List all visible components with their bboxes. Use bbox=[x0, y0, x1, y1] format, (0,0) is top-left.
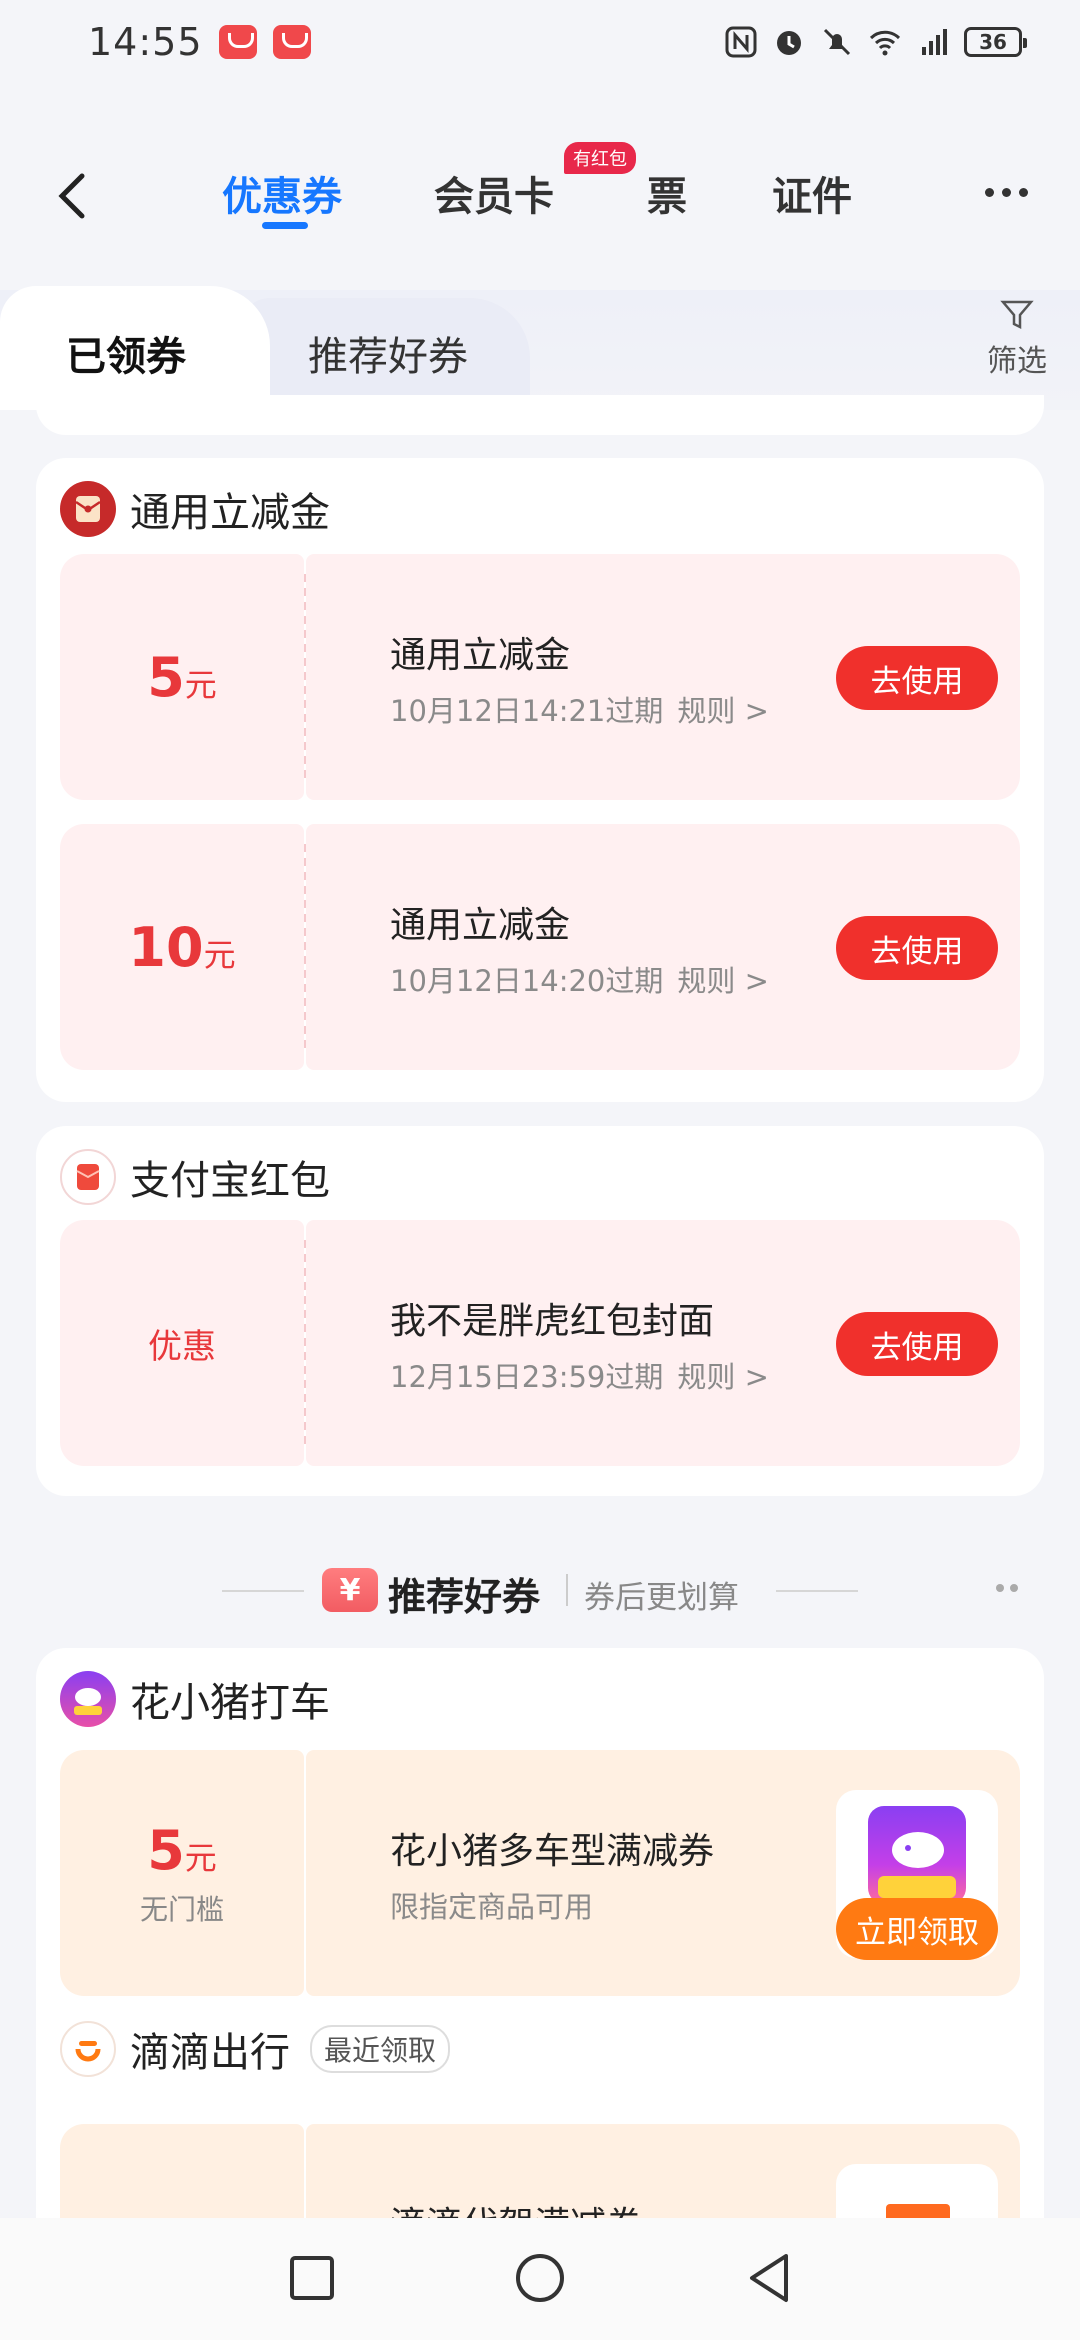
battery-indicator: 36 bbox=[964, 27, 1027, 57]
system-navigation-bar bbox=[0, 2218, 1080, 2340]
alipay-red-packet-card: 支付宝红包 优惠 我不是胖虎红包封面 12月15日23:59过期 规则 > 去使用 bbox=[36, 1126, 1044, 1496]
general-discount-card: 通用立减金 5元 通用立减金 10月12日14:21过期 规则 > 去使用 10元… bbox=[36, 458, 1044, 1102]
active-tab-indicator bbox=[262, 222, 308, 229]
coupon-amount: 优惠 bbox=[148, 1326, 216, 1367]
wifi-icon bbox=[869, 30, 901, 56]
coupon-yuan-icon: ¥ bbox=[322, 1568, 378, 1612]
use-coupon-button[interactable]: 去使用 bbox=[836, 916, 998, 980]
status-bar: 14:55 36 bbox=[0, 0, 1080, 84]
red-packet-badge: 有红包 bbox=[564, 142, 636, 174]
card-title: 通用立减金 bbox=[130, 490, 330, 536]
coupon-expiry: 12月15日23:59过期 规则 > bbox=[390, 1360, 769, 1394]
subtab-recommended[interactable]: 推荐好券 bbox=[308, 324, 468, 382]
back-icon[interactable] bbox=[48, 168, 98, 224]
filter-label: 筛选 bbox=[987, 344, 1047, 379]
use-coupon-button[interactable]: 去使用 bbox=[836, 1312, 998, 1376]
filter-icon bbox=[1000, 300, 1034, 330]
use-coupon-button[interactable]: 去使用 bbox=[836, 646, 998, 710]
huaxiaozhu-product-image bbox=[868, 1806, 966, 1904]
coupon-title: 通用立减金 bbox=[390, 905, 571, 946]
nfc-icon bbox=[725, 26, 757, 58]
subtab-claimed[interactable]: 已领券 bbox=[66, 324, 186, 382]
red-packet-icon bbox=[60, 1149, 116, 1205]
coupon-expiry: 10月12日14:20过期 规则 > bbox=[390, 964, 769, 998]
coupon-condition: 无门槛 bbox=[139, 1892, 224, 1926]
coupon-title: 我不是胖虎红包封面 bbox=[390, 1301, 715, 1342]
card-title: 滴滴出行 bbox=[130, 2030, 290, 2076]
coupon-amount: 10元 bbox=[128, 915, 236, 979]
coupon-rule-link[interactable]: 规则 > bbox=[677, 1360, 769, 1394]
claim-coupon-button[interactable]: 立即领取 bbox=[836, 1790, 998, 1960]
card-title: 支付宝红包 bbox=[130, 1158, 330, 1204]
alarm-icon bbox=[777, 31, 801, 55]
coupon-rule-link[interactable]: 规则 > bbox=[677, 964, 769, 998]
status-time: 14:55 bbox=[88, 20, 203, 64]
tab-coupons[interactable]: 优惠券 bbox=[222, 164, 342, 222]
card-title: 花小猪打车 bbox=[130, 1680, 330, 1726]
coupon-item[interactable]: 5元 无门槛 花小猪多车型满减券 限指定商品可用 立即领取 bbox=[60, 1750, 1020, 1996]
mute-icon bbox=[823, 28, 851, 56]
tab-documents[interactable]: 证件 bbox=[772, 164, 852, 222]
section-subtitle: 券后更划算 bbox=[584, 1580, 739, 1616]
coupon-item[interactable]: 10元 通用立减金 10月12日14:20过期 规则 > 去使用 bbox=[60, 824, 1020, 1070]
more-options-button[interactable] bbox=[985, 188, 1028, 197]
coupon-title: 花小猪多车型满减券 bbox=[390, 1831, 715, 1872]
recent-apps-icon[interactable] bbox=[282, 2248, 342, 2308]
red-envelope-icon bbox=[60, 481, 116, 537]
coupon-title: 通用立减金 bbox=[390, 635, 571, 676]
coupon-expiry: 10月12日14:21过期 规则 > bbox=[390, 694, 769, 728]
didi-header: 滴滴出行 最近领取 bbox=[60, 2020, 451, 2078]
recently-claimed-tag: 最近领取 bbox=[310, 2025, 451, 2073]
previous-card-edge bbox=[36, 395, 1044, 435]
coupon-rule-link[interactable]: 规则 > bbox=[677, 694, 769, 728]
huaxiaozhu-logo-icon bbox=[60, 1671, 116, 1727]
recommended-section-header: ¥ 推荐好券 券后更划算 bbox=[0, 1560, 1080, 1620]
coupon-amount: 5元 bbox=[147, 645, 217, 709]
section-more-button[interactable] bbox=[996, 1584, 1018, 1592]
filter-button[interactable]: 筛选 bbox=[982, 298, 1052, 380]
section-title: 推荐好券 bbox=[388, 1575, 541, 1619]
huawei-store-icon bbox=[272, 25, 311, 59]
back-nav-icon[interactable] bbox=[740, 2248, 800, 2308]
top-navigation: 优惠券 会员卡 有红包 票 证件 bbox=[0, 142, 1080, 240]
tab-membership-card[interactable]: 会员卡 bbox=[434, 164, 554, 222]
huawei-store-icon bbox=[218, 25, 257, 59]
coupon-item[interactable]: 5元 通用立减金 10月12日14:21过期 规则 > 去使用 bbox=[60, 554, 1020, 800]
didi-logo-icon bbox=[60, 2021, 116, 2077]
signal-icon bbox=[922, 29, 947, 55]
home-icon[interactable] bbox=[510, 2248, 570, 2308]
coupon-amount: 5元 bbox=[147, 1818, 217, 1882]
coupon-description: 限指定商品可用 bbox=[390, 1890, 594, 1924]
coupon-item[interactable]: 优惠 我不是胖虎红包封面 12月15日23:59过期 规则 > 去使用 bbox=[60, 1220, 1020, 1466]
claim-label: 立即领取 bbox=[836, 1898, 998, 1960]
tab-tickets[interactable]: 票 bbox=[647, 164, 687, 222]
